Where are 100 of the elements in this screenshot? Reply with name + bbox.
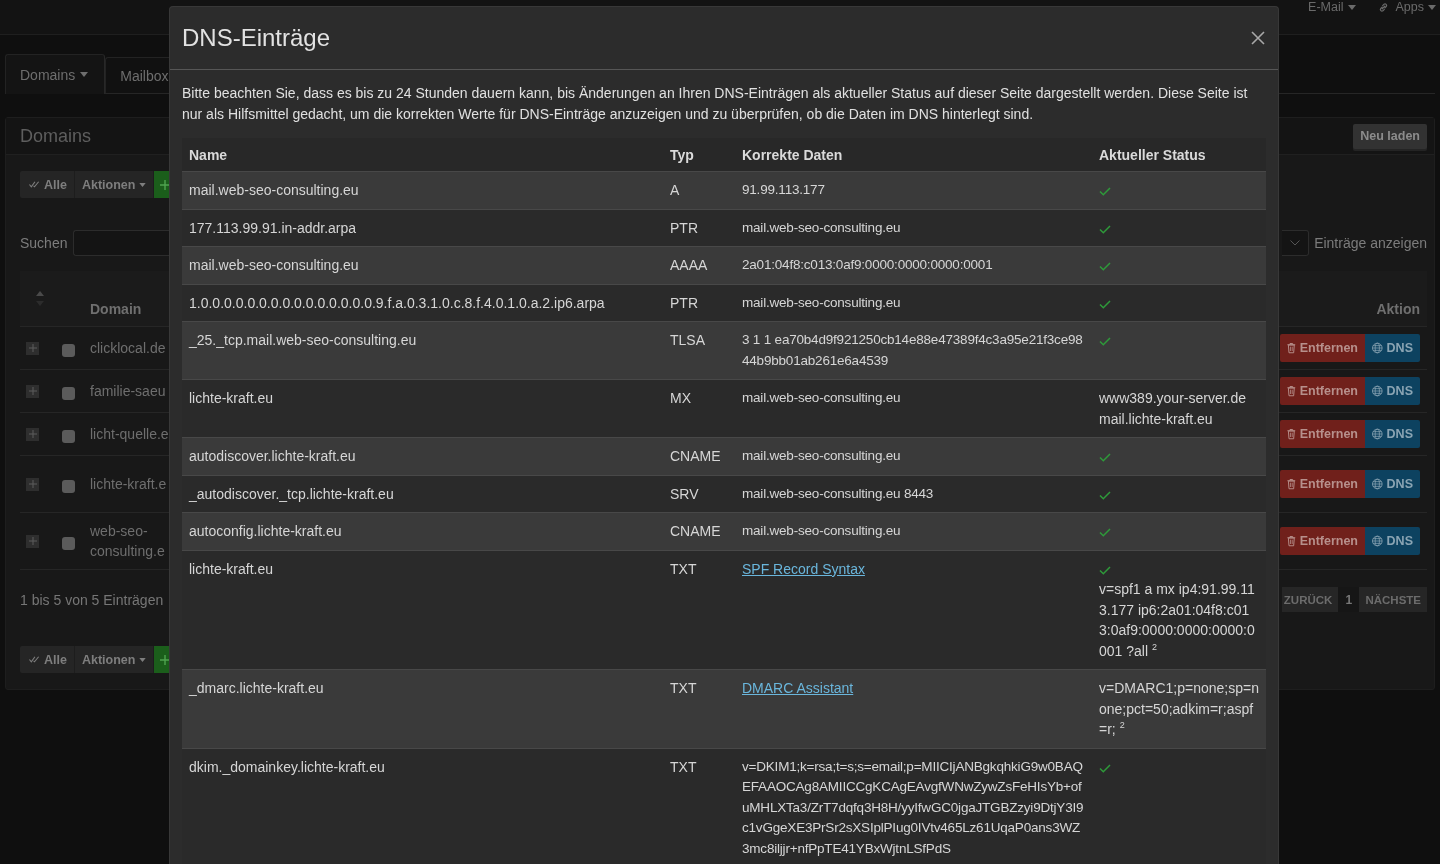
caret-icon xyxy=(1347,4,1356,10)
row-checkbox[interactable] xyxy=(62,429,75,443)
select-all-button[interactable]: Alle xyxy=(20,171,75,198)
panel-title: Domains xyxy=(20,125,92,147)
record-type: TXT xyxy=(663,550,735,670)
close-icon xyxy=(1251,31,1265,45)
record-type: PTR xyxy=(663,209,735,247)
record-data: 2a01:04f8:c013:0af9:0000:0000:0000:0001 xyxy=(735,246,1092,284)
nav-menu-link[interactable]: E-Mail xyxy=(1308,0,1356,14)
row-checkbox[interactable] xyxy=(62,479,75,493)
column-header[interactable]: Domain xyxy=(90,301,142,317)
nav-menu-link[interactable]: Apps xyxy=(1377,0,1436,14)
remove-button[interactable]: Entfernen xyxy=(1280,377,1365,405)
record-type: SRV xyxy=(663,475,735,513)
column-header: Aktueller Status xyxy=(1092,138,1266,172)
record-name: mail.web-seo-consulting.eu xyxy=(182,171,663,209)
globe-icon xyxy=(1372,535,1383,547)
record-data-link[interactable]: DMARC Assistant xyxy=(742,680,854,696)
next-page-button[interactable]: NÄCHSTE xyxy=(1359,587,1427,612)
plus-icon xyxy=(160,179,171,190)
record-type: MX xyxy=(663,379,735,438)
sort-icon xyxy=(36,291,44,306)
domain-name: familie-saeu xyxy=(90,382,166,399)
record-type: A xyxy=(663,171,735,209)
record-name: autodiscover.lichte-kraft.eu xyxy=(182,437,663,475)
record-data: mail.web-seo-consulting.eu xyxy=(735,437,1092,475)
record-name: _autodiscover._tcp.lichte-kraft.eu xyxy=(182,475,663,513)
remove-button[interactable]: Entfernen xyxy=(1280,420,1365,448)
record-type: TXT xyxy=(663,669,735,748)
dns-button[interactable]: DNS xyxy=(1365,470,1420,498)
expand-button[interactable] xyxy=(26,427,39,441)
trash-icon xyxy=(1287,535,1296,547)
expand-button[interactable] xyxy=(26,477,39,491)
search-field[interactable] xyxy=(73,230,170,256)
status-value: mail.lichte-kraft.eu xyxy=(1099,409,1214,429)
plus-icon xyxy=(160,654,171,665)
remove-button[interactable]: Entfernen xyxy=(1280,470,1365,498)
plus-icon xyxy=(28,344,37,352)
dns-button[interactable]: DNS xyxy=(1365,334,1420,362)
record-type: CNAME xyxy=(663,512,735,550)
trash-icon xyxy=(1287,478,1296,490)
plus-icon xyxy=(28,537,37,545)
globe-icon xyxy=(1372,385,1383,397)
dns-button[interactable]: DNS xyxy=(1365,377,1420,405)
expand-button[interactable] xyxy=(26,341,39,355)
double-check-icon xyxy=(29,656,40,663)
record-type: CNAME xyxy=(663,437,735,475)
domain-name: web-seo-consulting.e xyxy=(90,522,165,559)
remove-button[interactable]: Entfernen xyxy=(1280,527,1365,555)
caret-icon xyxy=(139,182,147,187)
record-data-link[interactable]: SPF Record Syntax xyxy=(742,560,865,577)
close-button[interactable] xyxy=(1250,30,1266,46)
record-data: mail.web-seo-consulting.eu xyxy=(735,379,1092,438)
row-checkbox[interactable] xyxy=(62,386,75,400)
globe-icon xyxy=(1372,478,1383,490)
record-type: PTR xyxy=(663,284,735,322)
remove-button[interactable]: Entfernen xyxy=(1280,334,1365,362)
select-all-button[interactable]: Alle xyxy=(20,646,75,673)
previous-page-button[interactable]: ZURÜCK xyxy=(1281,587,1339,612)
record-data: mail.web-seo-consulting.eu xyxy=(735,512,1092,550)
trash-icon xyxy=(1287,428,1296,440)
dns-button[interactable]: DNS xyxy=(1365,527,1420,555)
status-value: v=spf1 a mx ip4:91.99.113.177 ip6:2a01:04f8:c013:0af9:0000:0000:0000:0001 ?all $^{2}$ xyxy=(1099,580,1256,661)
record-data: mail.web-seo-consulting.eu xyxy=(735,284,1092,322)
record-data: 91.99.113.177 xyxy=(735,171,1092,209)
reload-button[interactable]: Neu laden xyxy=(1353,123,1427,149)
expand-button[interactable] xyxy=(26,534,39,548)
double-check-icon xyxy=(29,181,40,188)
link-icon xyxy=(1377,1,1389,13)
record-data: 3 1 1 ea70b4d9f921250cb14e88e47389f4c3a95e21f3ce9844b9bb01ab261e6a4539 xyxy=(735,321,1092,380)
column-header: Aktion xyxy=(1376,301,1420,317)
caret-icon xyxy=(1428,4,1436,10)
actions-dropdown-button[interactable]: Aktionen xyxy=(74,646,155,673)
record-data: mail.web-seo-consulting.eu xyxy=(735,209,1092,247)
notice-text: Bitte beachten Sie, dass es bis zu 24 Stunden dauern kann, bis Änderungen an Ihren DNS-Einträgen als aktueller Status auf dieser Seite dargestellt werden. Diese Seite ist nur als Hilfsmittel gedacht, um die korrekten Werte für DNS-Einträge anzuzeigen und zu überprüfen, ob die Daten im DNS hinterlegt sind. xyxy=(182,84,1249,124)
globe-icon xyxy=(1372,342,1383,354)
record-name: lichte-kraft.eu xyxy=(182,379,663,438)
page-length-label: Einträge anzeigen xyxy=(1314,235,1427,251)
record-name: mail.web-seo-consulting.eu xyxy=(182,246,663,284)
status-value: v=DMARC1;p=none;sp=none;pct=50;adkim=r;aspf=r; $^{2}$ xyxy=(1099,679,1259,739)
record-data: mail.web-seo-consulting.eu 8443 xyxy=(735,475,1092,513)
record-name: _25._tcp.mail.web-seo-consulting.eu xyxy=(182,321,663,380)
record-name: _dmarc.lichte-kraft.eu xyxy=(182,669,663,748)
domain-name: lichte-kraft.e xyxy=(90,475,167,492)
record-name: lichte-kraft.eu xyxy=(182,550,663,670)
record-name: 1.0.0.0.0.0.0.0.0.0.0.0.0.0.0.0.9.f.a.0.3.1.0.c.8.f.4.0.1.0.a.2.ip6.arpa xyxy=(182,284,663,322)
tab[interactable]: Mailbox xyxy=(105,57,169,93)
status-value: www389.your-server.de xyxy=(1099,389,1248,408)
actions-dropdown-button[interactable]: Aktionen xyxy=(74,171,155,198)
dns-button[interactable]: DNS xyxy=(1365,420,1420,448)
expand-button[interactable] xyxy=(26,384,39,398)
table-info-text: 1 bis 5 von 5 Einträgen xyxy=(20,591,164,608)
tab[interactable]: Domains xyxy=(5,54,106,94)
dialog-title: DNS-Einträge xyxy=(182,24,331,52)
row-checkbox[interactable] xyxy=(62,343,75,357)
column-header: Typ xyxy=(663,138,735,172)
column-header: Korrekte Daten xyxy=(735,138,1092,172)
plus-icon xyxy=(28,430,37,438)
caret-icon xyxy=(139,657,147,662)
row-checkbox[interactable] xyxy=(62,536,75,550)
